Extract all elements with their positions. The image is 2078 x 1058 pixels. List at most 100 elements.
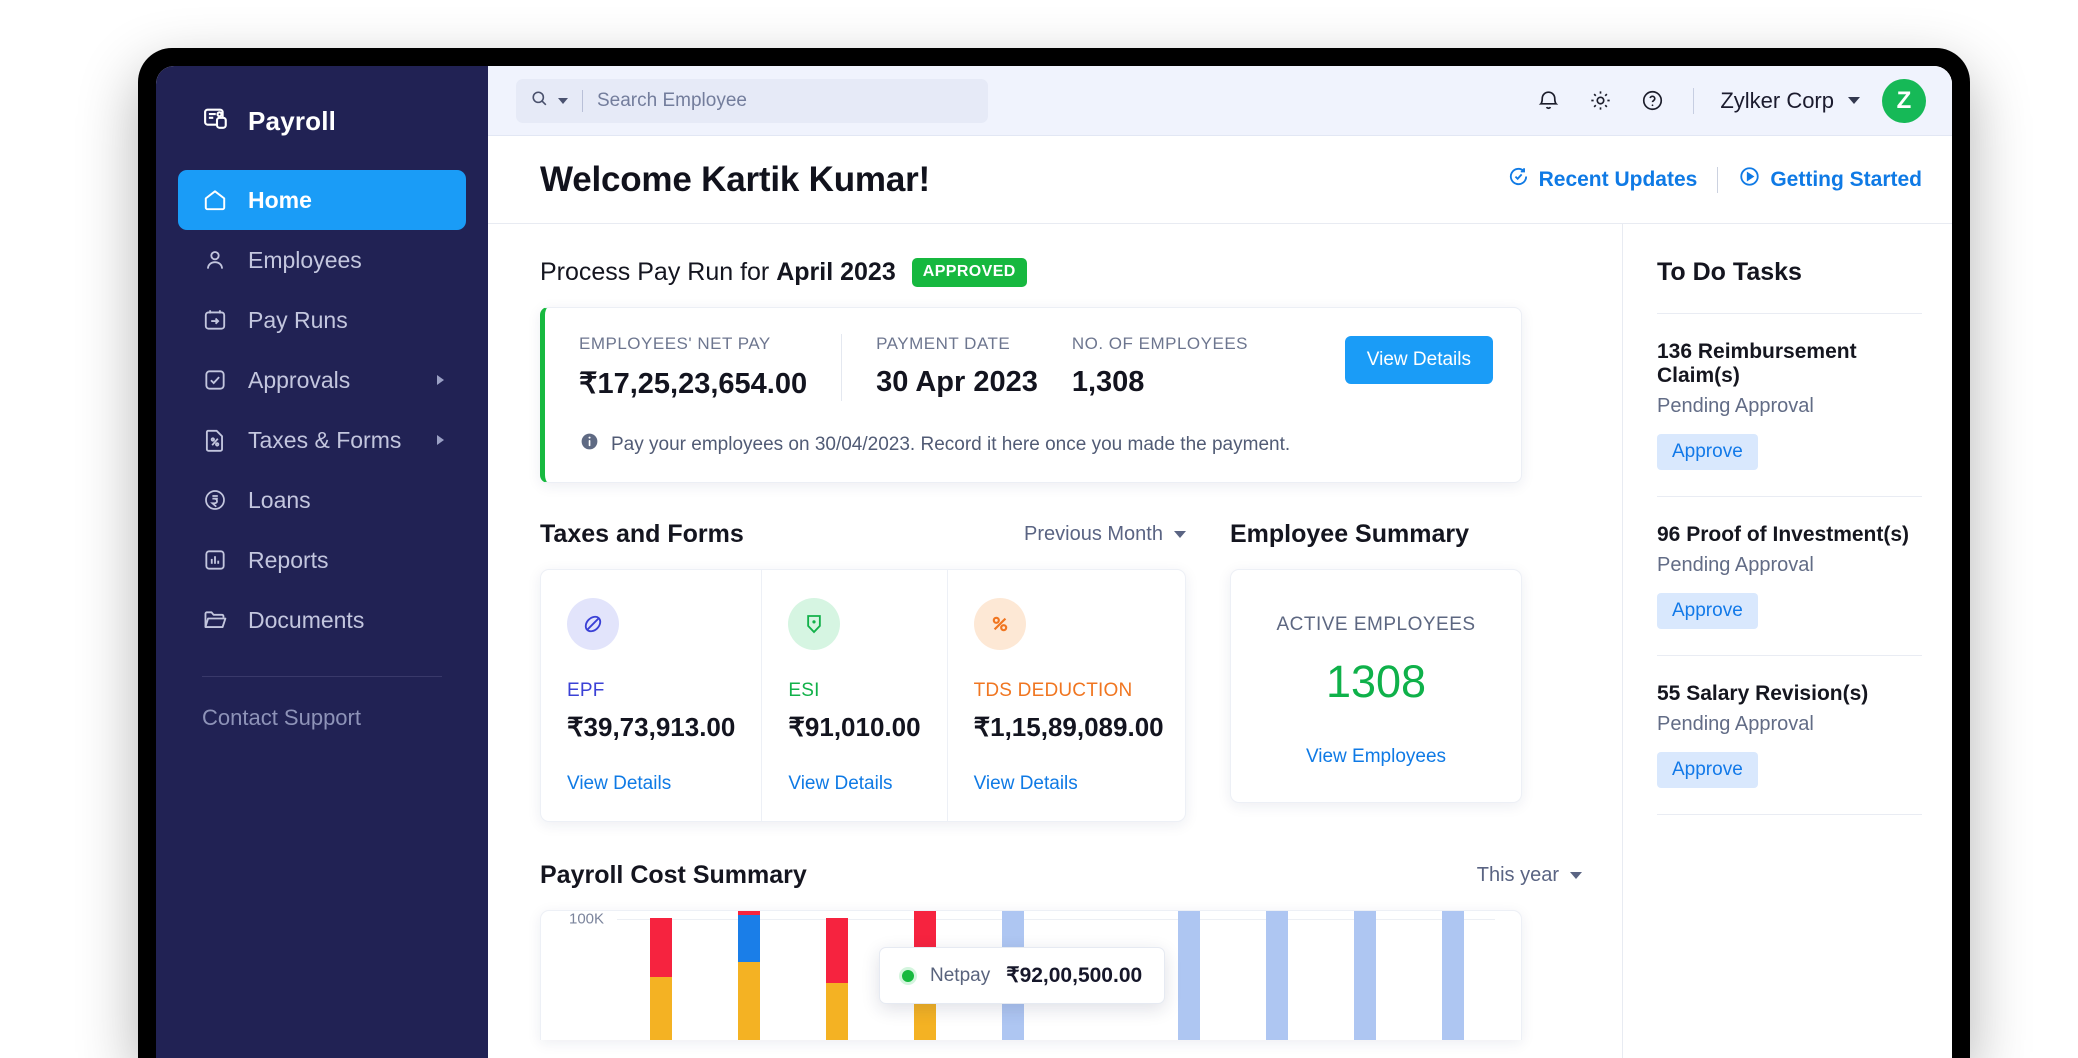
payroll-logo-icon [202,104,232,139]
task-subtitle: Pending Approval [1657,554,1922,577]
search-input[interactable]: Search Employee [516,79,988,123]
chart-bar [650,910,672,1040]
metric-label: EMPLOYEES' NET PAY [579,334,807,354]
todo-task: 136 Reimbursement Claim(s) Pending Appro… [1657,314,1952,470]
tax-card-esi: ESI ₹91,010.00 View Details [761,570,946,821]
help-icon[interactable] [1637,86,1667,116]
taxes-filter-label: Previous Month [1024,523,1163,546]
task-title: 55 Salary Revision(s) [1657,682,1922,706]
page-title: Welcome Kartik Kumar! [540,160,930,200]
search-icon [530,89,549,113]
metric-value: 1,308 [1072,366,1248,399]
approve-button[interactable]: Approve [1657,593,1758,629]
body-split: Process Pay Run for April 2023 APPROVED … [488,224,1952,1058]
metric-value: 30 Apr 2023 [876,366,1038,399]
topbar-divider [1693,88,1694,114]
task-subtitle: Pending Approval [1657,395,1922,418]
tax-card-value: ₹39,73,913.00 [567,712,735,743]
bell-icon[interactable] [1533,86,1563,116]
recent-updates-link[interactable]: Recent Updates [1507,165,1698,194]
tax-card-value: ₹1,15,89,089.00 [974,712,1164,743]
taxes-section: Taxes and Forms Previous Month [540,517,1186,822]
chart-bar [1442,910,1464,1040]
tax-card-name: ESI [788,680,920,702]
view-employees-link[interactable]: View Employees [1251,746,1501,768]
contact-support-link[interactable]: Contact Support [156,677,488,731]
tax-card-link[interactable]: View Details [788,773,920,795]
todo-panel: To Do Tasks 136 Reimbursement Claim(s) P… [1622,224,1952,1058]
chart-title: Payroll Cost Summary [540,861,807,890]
avatar[interactable]: Z [1882,79,1926,123]
sidebar-item-documents[interactable]: Documents [178,590,466,650]
refresh-check-icon [1507,165,1530,194]
todo-task: 96 Proof of Investment(s) Pending Approv… [1657,497,1952,629]
employee-summary-header: Employee Summary [1230,517,1522,551]
sidebar-item-label: Taxes & Forms [248,427,401,454]
taxes-period-filter[interactable]: Previous Month [1024,523,1186,546]
payrun-note-text: Pay your employees on 30/04/2023. Record… [611,434,1290,456]
sidebar-item-label: Loans [248,487,311,514]
sidebar-item-label: Reports [248,547,329,574]
todo-divider [1657,814,1922,815]
device-frame: Payroll Home Employees Pay Runs Approval… [138,48,1970,1058]
todo-title: To Do Tasks [1657,258,1952,287]
employee-summary-title: Employee Summary [1230,520,1469,549]
sidebar-item-employees[interactable]: Employees [178,230,466,290]
sidebar-item-taxes-forms[interactable]: Taxes & Forms [178,410,466,470]
org-switcher[interactable]: Zylker Corp [1720,88,1834,114]
percent-icon [974,598,1026,650]
metric-value: ₹17,25,23,654.00 [579,366,807,401]
approve-button[interactable]: Approve [1657,752,1758,788]
calendar-arrow-icon [202,307,228,333]
sidebar-item-label: Employees [248,247,362,274]
sidebar-item-loans[interactable]: Loans [178,470,466,530]
approve-button[interactable]: Approve [1657,434,1758,470]
sidebar-item-reports[interactable]: Reports [178,530,466,590]
check-square-icon [202,367,228,393]
chart-tooltip: Netpay ₹92,00,500.00 [879,947,1165,1004]
topbar: Search Employee Zylker Corp Z [488,66,1952,136]
chevron-down-icon[interactable] [1848,97,1860,104]
sidebar-item-label: Approvals [248,367,350,394]
metric-label: PAYMENT DATE [876,334,1038,354]
payrun-title-prefix: Process Pay Run for [540,258,776,286]
view-details-button[interactable]: View Details [1345,336,1493,384]
chart-bar-segment [1266,910,1288,1040]
chart-bar-segment [1178,910,1200,1040]
getting-started-link[interactable]: Getting Started [1738,165,1922,194]
taxes-title: Taxes and Forms [540,520,744,549]
series-dot-icon [902,970,914,982]
header-links: Recent Updates Getting Started [1507,165,1922,194]
gear-icon[interactable] [1585,86,1615,116]
sidebar-nav: Home Employees Pay Runs Approvals Taxes … [156,170,488,650]
dashboard-content: Process Pay Run for April 2023 APPROVED … [488,224,1622,1058]
chevron-down-icon [1174,531,1186,538]
chart-bar-segment [1354,910,1376,1040]
recent-updates-label: Recent Updates [1539,168,1698,192]
chart-period-filter[interactable]: This year [1477,864,1582,887]
chevron-right-icon [437,375,444,385]
sidebar: Payroll Home Employees Pay Runs Approval… [156,66,488,1058]
sidebar-item-home[interactable]: Home [178,170,466,230]
bar-chart-icon [202,547,228,573]
play-circle-icon [1738,165,1761,194]
header-divider [1717,167,1718,193]
tax-cards: EPF ₹39,73,913.00 View Details ESI ₹91,0… [540,569,1186,822]
tax-card-epf: EPF ₹39,73,913.00 View Details [541,570,761,821]
welcome-row: Welcome Kartik Kumar! Recent Updates Get… [488,136,1952,224]
chart-bar-segment [650,977,672,1040]
sidebar-item-pay-runs[interactable]: Pay Runs [178,290,466,350]
percent-doc-icon [202,427,228,453]
sidebar-item-approvals[interactable]: Approvals [178,350,466,410]
chart-bar [826,910,848,1040]
rupee-circle-icon [202,487,228,513]
getting-started-label: Getting Started [1770,168,1922,192]
folder-icon [202,607,228,633]
tax-card-link[interactable]: View Details [974,773,1164,795]
home-icon [202,187,228,213]
payrun-header: Process Pay Run for April 2023 APPROVED [540,258,1582,287]
task-subtitle: Pending Approval [1657,713,1922,736]
chart-bar-segment [738,962,760,1041]
tax-card-link[interactable]: View Details [567,773,735,795]
chevron-down-icon[interactable] [558,98,568,104]
